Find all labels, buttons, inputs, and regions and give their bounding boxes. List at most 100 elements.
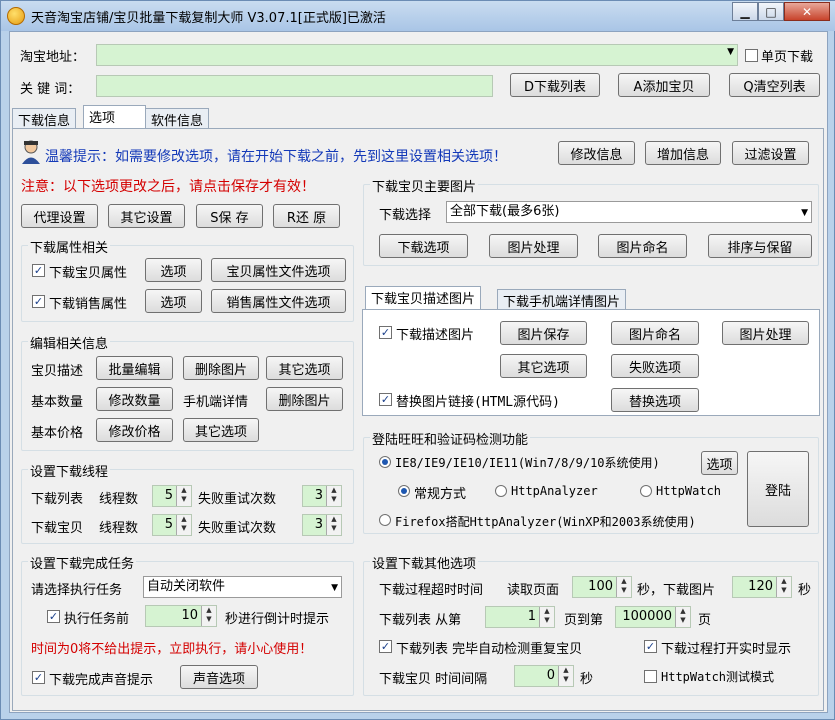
mobile-detail-label: 手机端详情 [183, 395, 249, 410]
countdown-stepper[interactable]: 10 ▲ ▼ [145, 605, 217, 627]
desc-fail-options-button[interactable]: 失败选项 [611, 354, 699, 378]
replace-options-button[interactable]: 替换选项 [611, 388, 699, 412]
interval-stepper[interactable]: 0 ▲ ▼ [514, 665, 574, 687]
tip-text: 温馨提示：如需要修改选项，请在开始下载之前，先到这里设置相关选项！ [45, 149, 507, 165]
close-button[interactable]: ✕ [784, 2, 830, 21]
login-button[interactable]: 登陆 [747, 451, 809, 527]
modify-qty-button[interactable]: 修改数量 [96, 387, 173, 411]
item-attr-checkbox[interactable]: ✓ [32, 264, 45, 277]
url-input[interactable]: ▼ [96, 44, 738, 66]
list-from-label: 下载列表 从第 [379, 613, 462, 628]
stepper-arrows-icon[interactable]: ▲ ▼ [539, 607, 554, 627]
minimize-button[interactable]: ▁ [732, 2, 758, 21]
sales-attr-checkbox[interactable]: ✓ [32, 295, 45, 308]
item-threads-stepper[interactable]: 5 ▲ ▼ [152, 514, 192, 536]
stepper-arrows-icon[interactable]: ▲ ▼ [675, 607, 690, 627]
sales-attr-label: 下载销售属性 [49, 297, 128, 312]
app-window: 天音淘宝店铺/宝贝批量下载复制大师 V3.07.1[正式版]已激活 ▁ □ ✕ … [0, 0, 835, 720]
stepper-arrows-icon[interactable]: ▲ ▼ [326, 515, 341, 535]
maximize-button[interactable]: □ [758, 2, 784, 21]
mobile-delete-img-button[interactable]: 删除图片 [266, 387, 343, 411]
stepper-arrows-icon[interactable]: ▲ ▼ [176, 486, 191, 506]
stepper-arrows-icon[interactable]: ▲ ▼ [776, 577, 791, 597]
sort-keep-button[interactable]: 排序与保留 [708, 234, 812, 258]
single-page-checkbox[interactable] [745, 49, 758, 62]
tab-desc-images[interactable]: 下载宝贝描述图片 [365, 286, 482, 310]
chevron-down-icon[interactable]: ▼ [331, 578, 338, 598]
replace-link-checkbox[interactable]: ✓ [379, 393, 392, 406]
download-list-button[interactable]: D下载列表 [510, 73, 600, 97]
read-page-stepper[interactable]: 100 ▲ ▼ [572, 576, 632, 598]
sound-options-button[interactable]: 声音选项 [180, 665, 258, 689]
to-page-stepper[interactable]: 100000 ▲ ▼ [615, 606, 691, 628]
restore-button[interactable]: R还 原 [273, 204, 340, 228]
desc-img-save-button[interactable]: 图片保存 [500, 321, 587, 345]
img-naming-button[interactable]: 图片命名 [598, 234, 687, 258]
desc-img-process-button[interactable]: 图片处理 [722, 321, 809, 345]
httpwatch-radio[interactable] [640, 485, 652, 497]
tab-download-info[interactable]: 下载信息 [12, 108, 77, 129]
to-page-value: 100000 [622, 609, 672, 624]
sound-checkbox[interactable]: ✓ [32, 671, 45, 684]
base-qty-label: 基本数量 [31, 395, 84, 410]
firefox-radio[interactable] [379, 514, 391, 526]
ie-radio[interactable] [379, 456, 391, 468]
dl-options-button[interactable]: 下载选项 [379, 234, 468, 258]
normal-radio[interactable] [398, 485, 410, 497]
list-threads-value: 5 [164, 488, 173, 503]
stepper-arrows-icon[interactable]: ▲ ▼ [616, 577, 631, 597]
item-retry-stepper[interactable]: 3 ▲ ▼ [302, 514, 342, 536]
dl-select-combo[interactable]: 全部下载(最多6张) ▼ [446, 201, 812, 223]
tab-mobile-images[interactable]: 下载手机端详情图片 [497, 289, 627, 310]
batch-edit-button[interactable]: 批量编辑 [96, 356, 173, 380]
img-timeout-stepper[interactable]: 120 ▲ ▼ [732, 576, 792, 598]
httpanalyzer-radio[interactable] [495, 485, 507, 497]
desc-img-naming-button[interactable]: 图片命名 [611, 321, 699, 345]
modify-info-button[interactable]: 修改信息 [558, 141, 635, 165]
dl-desc-label: 下载描述图片 [396, 328, 475, 343]
list-threads-stepper[interactable]: 5 ▲ ▼ [152, 485, 192, 507]
retry-label-2: 失败重试次数 [198, 521, 277, 536]
auto-dup-checkbox[interactable]: ✓ [379, 640, 392, 653]
chevron-down-icon[interactable]: ▼ [727, 47, 734, 57]
price-other-options-button[interactable]: 其它选项 [183, 418, 259, 442]
stepper-arrows-icon[interactable]: ▲ ▼ [176, 515, 191, 535]
httpwatch-label: HttpWatch [656, 484, 722, 498]
dl-desc-checkbox[interactable]: ✓ [379, 326, 392, 339]
delete-img-button[interactable]: 删除图片 [183, 356, 259, 380]
httpwatch-test-checkbox[interactable] [644, 670, 657, 683]
add-info-button[interactable]: 增加信息 [645, 141, 721, 165]
list-retry-stepper[interactable]: 3 ▲ ▼ [302, 485, 342, 507]
item-attr-file-button[interactable]: 宝贝属性文件选项 [211, 258, 346, 282]
sales-attr-options-button[interactable]: 选项 [145, 289, 202, 313]
chevron-down-icon[interactable]: ▼ [801, 203, 808, 223]
img-process-button[interactable]: 图片处理 [489, 234, 578, 258]
desc-other-options-button[interactable]: 其它选项 [500, 354, 587, 378]
modify-price-button[interactable]: 修改价格 [96, 418, 173, 442]
login-options-button[interactable]: 选项 [701, 451, 738, 475]
realtime-checkbox[interactable]: ✓ [644, 640, 657, 653]
ie-label: IE8/IE9/IE10/IE11(Win7/8/9/10系统使用) [395, 456, 660, 470]
clear-list-button[interactable]: Q清空列表 [729, 73, 820, 97]
filter-settings-button[interactable]: 过滤设置 [732, 141, 809, 165]
add-item-button[interactable]: A添加宝贝 [618, 73, 710, 97]
proxy-settings-button[interactable]: 代理设置 [21, 204, 98, 228]
stepper-arrows-icon[interactable]: ▲ ▼ [201, 606, 216, 626]
stepper-arrows-icon[interactable]: ▲ ▼ [326, 486, 341, 506]
task-select[interactable]: 自动关闭软件 ▼ [143, 576, 342, 598]
item-attr-options-button[interactable]: 选项 [145, 258, 202, 282]
tab-software-info[interactable]: 软件信息 [145, 108, 210, 129]
from-page-stepper[interactable]: 1 ▲ ▼ [485, 606, 555, 628]
tab-options[interactable]: 选项 [83, 105, 146, 129]
stepper-arrows-icon[interactable]: ▲ ▼ [558, 666, 573, 686]
firefox-label: Firefox搭配HttpAnalyzer(WinXP和2003系统使用) [395, 515, 696, 529]
save-button[interactable]: S保 存 [196, 204, 263, 228]
keyword-input[interactable] [96, 75, 493, 97]
sec-dl-img-label: 秒，下载图片 [637, 583, 716, 598]
login-group-title: 登陆旺旺和验证码检测功能 [370, 429, 531, 448]
other-options-button[interactable]: 其它选项 [266, 356, 343, 380]
before-task-checkbox[interactable]: ✓ [47, 610, 60, 623]
other-settings-button[interactable]: 其它设置 [108, 204, 185, 228]
sales-attr-file-button[interactable]: 销售属性文件选项 [211, 289, 346, 313]
threads-label-2: 线程数 [99, 521, 139, 536]
